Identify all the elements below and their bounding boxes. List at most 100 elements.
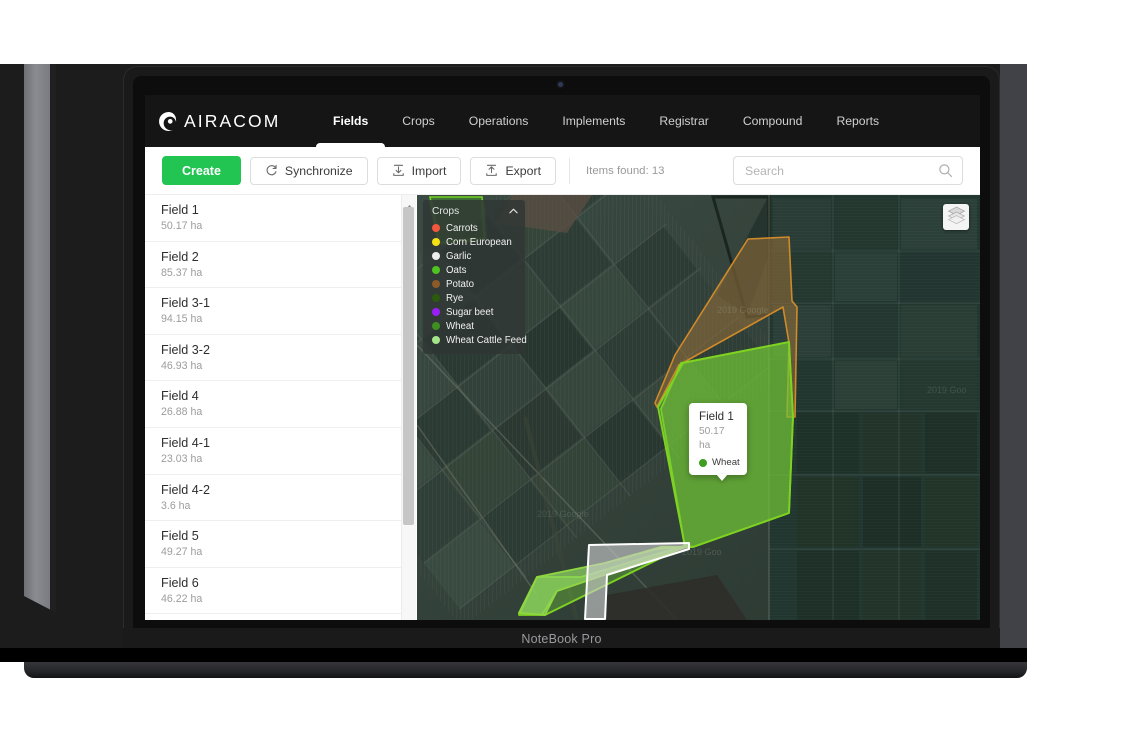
search-input[interactable] xyxy=(734,157,962,184)
brand-name: AIRACOM xyxy=(184,110,281,131)
legend-item-wheat[interactable]: Wheat xyxy=(423,319,525,333)
field-list-item[interactable]: Field 3-2 46.93 ha xyxy=(145,335,416,382)
legend-label: Carrots xyxy=(446,222,478,234)
field-area: 49.27 ha xyxy=(161,546,203,559)
crops-legend-panel[interactable]: Crops Carrots Corn European Garlic Oats … xyxy=(423,200,527,354)
legend-label: Sugar beet xyxy=(446,306,494,318)
legend-label: Wheat Cattle Feed xyxy=(446,334,527,346)
synchronize-button[interactable]: Synchronize xyxy=(249,156,368,185)
field-name: Field 3-2 xyxy=(161,342,210,357)
field-area: 46.22 ha xyxy=(161,592,203,605)
tooltip-crop-label: Wheat xyxy=(712,457,740,468)
export-button[interactable]: Export xyxy=(470,156,556,185)
scene: AIRACOM Fields Crops Operations Implemen… xyxy=(0,0,1123,749)
field-name: Field 4 xyxy=(161,389,199,404)
import-label: Import xyxy=(411,163,447,178)
legend-label: Corn European xyxy=(446,236,512,248)
map-view[interactable]: 2019 Google 2019 Google 2019 Goo 2019 Go… xyxy=(417,195,980,620)
field-name: Field 4-1 xyxy=(161,435,210,450)
laptop-hinge-shadow xyxy=(50,64,56,648)
field-name: Field 5 xyxy=(161,529,199,544)
field-area: 3.6 ha xyxy=(161,499,191,512)
svg-text:2019 Goo: 2019 Goo xyxy=(927,385,967,395)
backdrop-floor xyxy=(0,648,1123,662)
airacom-swirl-icon xyxy=(158,111,179,132)
page-right-margin xyxy=(1027,0,1123,749)
toolbar-divider xyxy=(569,157,570,184)
export-upload-icon xyxy=(485,164,498,177)
legend-swatch xyxy=(432,252,440,260)
brand-logo[interactable]: AIRACOM xyxy=(158,111,316,132)
tooltip-field-area: 50.17 ha xyxy=(699,426,725,451)
laptop-hinge-strip xyxy=(24,64,50,648)
legend-item-carrots[interactable]: Carrots xyxy=(423,221,525,235)
field-tooltip: Field 1 50.17 ha Wheat xyxy=(689,403,747,481)
laptop-right-panel xyxy=(1000,64,1027,648)
legend-swatch xyxy=(432,224,440,232)
field-name: Field 6 xyxy=(161,575,199,590)
nav-tab-operations[interactable]: Operations xyxy=(452,95,546,147)
field-list-item[interactable]: Field 6 46.22 ha xyxy=(145,568,416,615)
refresh-icon xyxy=(265,164,278,177)
field-area: 26.88 ha xyxy=(161,406,203,419)
crops-legend-header[interactable]: Crops xyxy=(423,206,525,221)
legend-label: Oats xyxy=(446,264,467,276)
legend-item-wheat-cattle-feed[interactable]: Wheat Cattle Feed xyxy=(423,333,527,347)
field-list-item[interactable]: Field 4-1 23.03 ha xyxy=(145,428,416,475)
legend-item-rye[interactable]: Rye xyxy=(423,291,525,305)
legend-swatch xyxy=(432,308,440,316)
field-list-item[interactable]: Field 1 50.17 ha xyxy=(145,195,416,242)
legend-item-oats[interactable]: Oats xyxy=(423,263,525,277)
tooltip-pointer xyxy=(716,474,728,481)
legend-label: Wheat xyxy=(446,320,474,332)
search-icon[interactable] xyxy=(938,163,953,183)
legend-swatch xyxy=(432,280,440,288)
legend-item-sugar-beet[interactable]: Sugar beet xyxy=(423,305,525,319)
map-layers-button[interactable] xyxy=(943,204,969,230)
import-download-icon xyxy=(392,164,405,177)
legend-item-potato[interactable]: Potato xyxy=(423,277,525,291)
field-name: Field 3-1 xyxy=(161,296,210,311)
field-area: 23.03 ha xyxy=(161,452,203,465)
legend-item-corn-european[interactable]: Corn European xyxy=(423,235,525,249)
field-list-item[interactable]: Field 2 85.37 ha xyxy=(145,242,416,289)
legend-item-garlic[interactable]: Garlic xyxy=(423,249,525,263)
layers-stack-icon xyxy=(947,205,966,229)
field-list-item[interactable]: Field 3-1 94.15 ha xyxy=(145,288,416,335)
legend-label: Potato xyxy=(446,278,475,290)
create-button[interactable]: Create xyxy=(162,156,241,185)
legend-swatch xyxy=(432,238,440,246)
top-navbar: AIRACOM Fields Crops Operations Implemen… xyxy=(145,95,980,148)
svg-text:2019 Google: 2019 Google xyxy=(717,305,769,315)
nav-tab-crops[interactable]: Crops xyxy=(385,95,452,147)
export-label: Export xyxy=(505,163,541,178)
laptop-base-shadow xyxy=(24,660,1027,678)
nav-tab-compound[interactable]: Compound xyxy=(726,95,820,147)
nav-tab-implements[interactable]: Implements xyxy=(545,95,642,147)
field-area: 50.17 ha xyxy=(161,220,203,232)
app-body: Field 1 50.17 ha Field 2 85.37 ha Field … xyxy=(145,195,980,620)
field-list-item[interactable]: Field 4-2 3.6 ha xyxy=(145,475,416,522)
device-model-label: NoteBook Pro xyxy=(123,628,1000,650)
nav-tab-registrar[interactable]: Registrar xyxy=(642,95,725,147)
legend-swatch xyxy=(432,336,440,344)
import-button[interactable]: Import xyxy=(376,156,462,185)
field-rows: Field 1 50.17 ha Field 2 85.37 ha Field … xyxy=(145,195,416,615)
nav-tab-reports[interactable]: Reports xyxy=(819,95,896,147)
synchronize-label: Synchronize xyxy=(284,163,353,178)
field-list-item[interactable]: Field 5 49.27 ha xyxy=(145,521,416,568)
field-list-item[interactable]: Field 4 26.88 ha xyxy=(145,381,416,428)
items-found-count: Items found: 13 xyxy=(586,164,665,177)
tooltip-crop-row: Wheat xyxy=(699,457,740,468)
chevron-up-icon[interactable] xyxy=(509,206,518,217)
nav-tab-fields[interactable]: Fields xyxy=(316,95,386,148)
field-name: Field 2 xyxy=(161,249,199,264)
webcam-icon xyxy=(558,82,563,87)
field-list-scrollbar[interactable] xyxy=(401,195,416,620)
scrollbar-thumb[interactable] xyxy=(403,207,414,525)
page-top-margin xyxy=(0,0,1123,64)
app-screen: AIRACOM Fields Crops Operations Implemen… xyxy=(145,95,980,620)
field-area: 46.93 ha xyxy=(161,359,203,372)
search-box[interactable] xyxy=(733,156,963,185)
svg-text:2019 Goo: 2019 Goo xyxy=(682,547,722,557)
